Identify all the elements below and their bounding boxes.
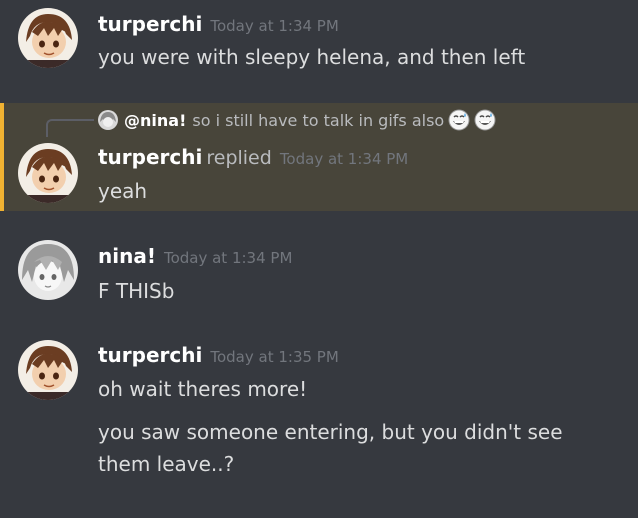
timestamp: Today at 1:35 PM [210,348,339,366]
message-4: turperchi Today at 1:35 PM oh wait theres… [0,330,638,518]
message-text: yeah [98,179,148,203]
username-text[interactable]: turperchi [98,12,202,36]
username[interactable]: turperchi Today at 1:34 PM [98,12,339,36]
avatar-turperchi[interactable] [18,143,78,203]
message-text: oh wait theres more! [98,377,308,401]
message-3: nina! Today at 1:34 PM F THISb [0,230,638,330]
timestamp: Today at 1:34 PM [279,150,409,168]
username[interactable]: turperchi replied Today at 1:34 PM [98,145,408,169]
timestamp: Today at 1:34 PM [210,17,339,35]
username[interactable]: turperchi Today at 1:35 PM [98,343,339,367]
message-1: turperchi Today at 1:34 PM you were with … [0,0,638,100]
avatar-nina[interactable] [18,240,78,300]
message-text: you saw someone entering, but you didn't… [98,420,563,444]
message-2: turperchi replied Today at 1:34 PM yeah [0,103,638,211]
username[interactable]: nina! Today at 1:34 PM [98,244,292,268]
timestamp: Today at 1:34 PM [163,249,293,267]
username-text[interactable]: nina! [98,244,156,268]
replied-label: replied [206,147,272,169]
message-text: F THISb [98,279,175,303]
avatar-turperchi[interactable] [18,340,78,400]
message-text: them leave..? [98,452,235,476]
username-text[interactable]: turperchi [98,343,202,367]
avatar-turperchi[interactable] [18,8,78,68]
message-text: you were with sleepy helena, and then le… [98,45,526,69]
username-text[interactable]: turperchi [98,145,202,169]
